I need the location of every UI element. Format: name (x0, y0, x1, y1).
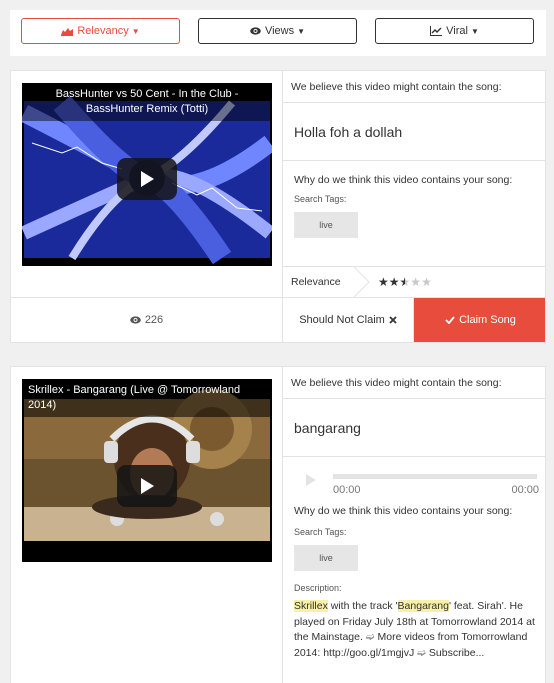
arrow-glyph: ➫ (365, 631, 375, 643)
highlight: Bangarang (397, 600, 449, 612)
play-button[interactable] (117, 158, 177, 200)
song-title: bangarang (283, 399, 545, 457)
description-part: with the track ' (327, 600, 398, 612)
arrow-separator (353, 266, 370, 298)
highlight: Skrillex (294, 600, 328, 612)
play-icon (141, 478, 154, 494)
tag-chip: live (294, 212, 358, 238)
audio-play-icon[interactable] (305, 473, 317, 487)
viral-label: Viral (446, 25, 468, 37)
caret-down-icon: ▼ (131, 26, 140, 36)
audio-player[interactable]: 00:00 00:00 (295, 469, 539, 503)
description-label: Description: (294, 583, 342, 593)
arrow-glyph: ➫ (417, 646, 426, 659)
believe-text: We believe this video might contain the … (283, 367, 545, 399)
description-text: Skrillex with the track 'Bangarang' feat… (283, 599, 545, 661)
play-icon (141, 171, 154, 187)
views-filter-button[interactable]: Views ▼ (198, 18, 357, 44)
believe-text: We believe this video might contain the … (283, 71, 545, 103)
relevance-row: Relevance ★★★★★★ (283, 266, 545, 298)
tag-chip: live (294, 545, 358, 571)
close-icon (389, 316, 397, 324)
filter-bar: Relevancy ▼ Views ▼ Viral ▼ (10, 10, 546, 56)
caret-down-icon: ▼ (297, 26, 306, 36)
relevancy-filter-button[interactable]: Relevancy ▼ (21, 18, 180, 44)
card-actions: 226 Should Not Claim Claim Song (11, 297, 545, 342)
audio-current-time: 00:00 (333, 484, 361, 496)
video-card: BassHunter vs 50 Cent - In the Club - Ba… (10, 70, 546, 343)
eye-icon (130, 316, 141, 324)
claim-song-label: Claim Song (459, 314, 516, 326)
match-reasons: Why do we think this video contains your… (283, 505, 545, 661)
song-info-panel: We believe this video might contain the … (283, 71, 545, 238)
area-chart-icon (61, 26, 74, 36)
relevancy-label: Relevancy (77, 25, 129, 37)
views-label: Views (264, 25, 295, 37)
eye-icon (250, 27, 261, 35)
audio-progress-track[interactable] (333, 474, 537, 479)
viral-filter-button[interactable]: Viral ▼ (375, 18, 534, 44)
search-tags-label: Search Tags: (294, 194, 347, 204)
why-text: Why do we think this video contains your… (294, 174, 513, 186)
video-title: BassHunter vs 50 Cent - In the Club - Ba… (22, 83, 272, 121)
play-button[interactable] (117, 465, 177, 507)
video-thumbnail[interactable]: BassHunter vs 50 Cent - In the Club - Ba… (22, 83, 272, 266)
star-empty-icon: ★ (421, 275, 432, 289)
should-not-claim-label: Should Not Claim (299, 314, 385, 326)
star-icon: ★ (378, 275, 389, 289)
description-part: Subscribe... (425, 646, 485, 659)
should-not-claim-button[interactable]: Should Not Claim (283, 298, 414, 342)
song-title: Holla foh a dollah (283, 103, 545, 161)
why-text: Why do we think this video contains your… (294, 505, 513, 517)
relevance-label: Relevance (291, 276, 341, 288)
star-icon: ★ (388, 275, 400, 289)
claim-song-button[interactable]: Claim Song (414, 298, 545, 342)
check-icon (445, 316, 455, 324)
views-value: 226 (144, 314, 164, 326)
search-tags-label: Search Tags: (294, 527, 347, 537)
audio-duration: 00:00 (511, 484, 539, 496)
video-card: Skrillex - Bangarang (Live @ Tomorrowlan… (10, 366, 546, 683)
views-count: 226 (11, 298, 283, 342)
caret-down-icon: ▼ (470, 26, 479, 36)
video-thumbnail[interactable]: Skrillex - Bangarang (Live @ Tomorrowlan… (22, 379, 272, 562)
star-empty-icon: ★ (410, 275, 422, 289)
song-info-panel: We believe this video might contain the … (283, 367, 545, 457)
relevance-stars: ★★★★★★ (378, 275, 432, 289)
video-title: Skrillex - Bangarang (Live @ Tomorrowlan… (22, 379, 272, 417)
line-chart-icon (430, 26, 443, 36)
star-half-icon: ★★ (399, 275, 411, 289)
